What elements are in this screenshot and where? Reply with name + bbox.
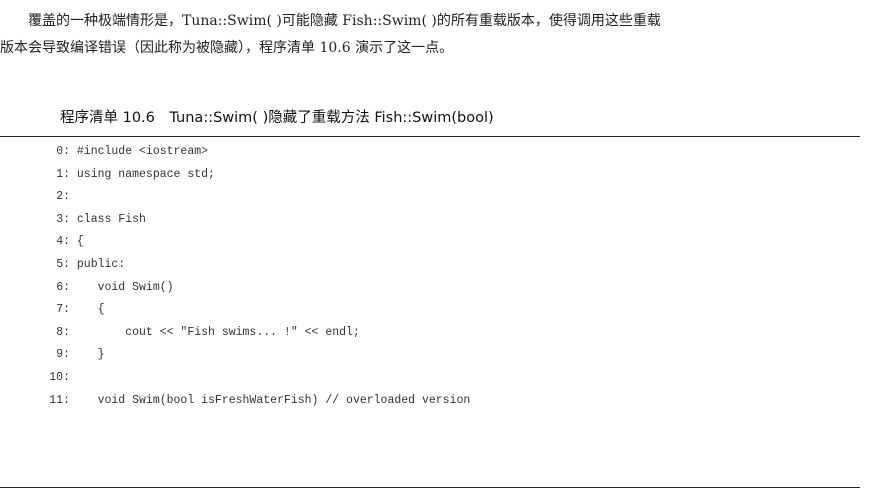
line-number: 8: xyxy=(56,325,70,339)
code-line: 6: void Swim() xyxy=(44,279,470,302)
code-line: 4: { xyxy=(44,233,470,256)
line-number: 0: xyxy=(56,145,70,158)
line-number: 6: xyxy=(56,280,70,294)
code-line: 8: cout << "Fish swims... !" << endl; xyxy=(44,324,470,347)
code-text: cout << "Fish swims... !" << endl; xyxy=(70,325,360,339)
code-line: 9: } xyxy=(44,346,470,369)
body-paragraph: 覆盖的一种极端情形是，Tuna::Swim( )可能隐藏 Fish::Swim(… xyxy=(0,8,860,62)
code-text: } xyxy=(70,348,105,362)
code-text: public: xyxy=(70,257,126,271)
line-number: 10: xyxy=(49,370,70,384)
code-line: 10: xyxy=(44,369,470,392)
code-text: { xyxy=(70,303,105,317)
line-number: 9: xyxy=(56,348,70,362)
code-line: 1: using namespace std; xyxy=(44,166,470,189)
code-line: 2: xyxy=(44,188,470,211)
paragraph-line: 版本会导致编译错误（因此称为被隐藏），程序清单 10.6 演示了这一点。 xyxy=(0,40,454,56)
code-line: 7: { xyxy=(44,301,470,324)
code-line: 5: public: xyxy=(44,256,470,279)
code-text: class Fish xyxy=(70,212,146,226)
bottom-rule xyxy=(0,487,860,488)
line-number: 2: xyxy=(56,190,70,204)
code-text: { xyxy=(70,235,84,249)
line-number: 7: xyxy=(56,303,70,317)
line-number: 5: xyxy=(56,257,70,271)
line-number: 4: xyxy=(56,235,70,249)
code-text: void Swim() xyxy=(70,280,174,294)
code-text: #include <iostream> xyxy=(70,145,209,158)
line-number: 1: xyxy=(56,167,70,181)
code-text: void Swim(bool isFreshWaterFish) // over… xyxy=(70,393,471,407)
paragraph-line: 覆盖的一种极端情形是，Tuna::Swim( )可能隐藏 Fish::Swim(… xyxy=(28,13,661,29)
top-rule xyxy=(0,136,860,137)
line-number: 11: xyxy=(49,393,70,407)
code-text: using namespace std; xyxy=(70,167,215,181)
code-line: 3: class Fish xyxy=(44,211,470,234)
listing-caption: 程序清单 10.6 Tuna::Swim( )隐藏了重载方法 Fish::Swi… xyxy=(60,110,494,126)
line-number: 3: xyxy=(56,212,70,226)
code-listing: 0: #include <iostream> 1: using namespace… xyxy=(44,143,470,414)
code-line: 0: #include <iostream> xyxy=(44,143,470,166)
code-line: 11: void Swim(bool isFreshWaterFish) // … xyxy=(44,392,470,415)
